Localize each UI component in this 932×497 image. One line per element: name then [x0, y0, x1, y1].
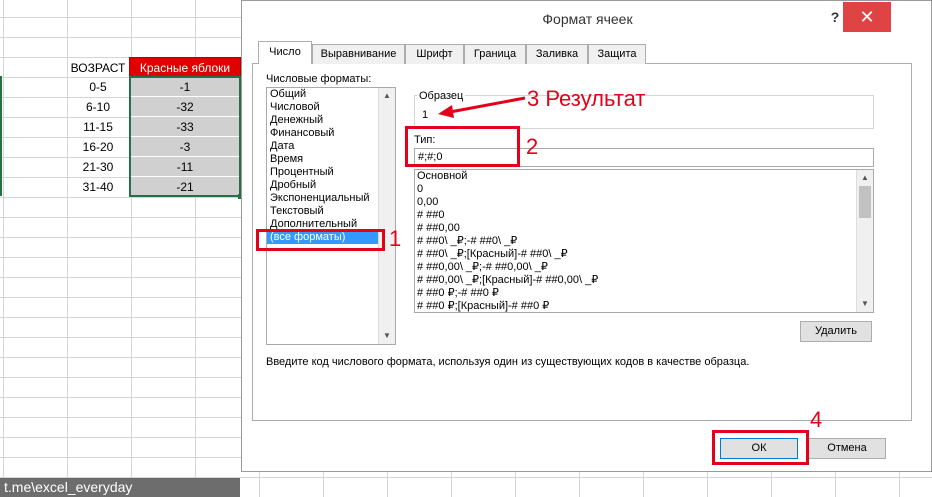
age-cell[interactable]: 31-40	[66, 177, 130, 197]
age-cell[interactable]: 6-10	[66, 97, 130, 117]
tab-fill[interactable]: Заливка	[526, 44, 588, 64]
format-code-item[interactable]: 0,00	[415, 196, 873, 209]
format-code-item[interactable]: 0	[415, 183, 873, 196]
tab-alignment[interactable]: Выравнивание	[312, 44, 405, 64]
format-code-item[interactable]: # ##0\ _₽;-# ##0\ _₽	[415, 235, 873, 248]
format-item[interactable]: Процентный	[267, 166, 395, 179]
age-cell[interactable]: 16-20	[66, 137, 130, 157]
format-item[interactable]: Экспоненциальный	[267, 192, 395, 205]
format-item[interactable]: Числовой	[267, 101, 395, 114]
scroll-down-icon[interactable]: ▼	[379, 328, 395, 344]
cancel-button[interactable]: Отмена	[808, 438, 886, 459]
tab-border[interactable]: Граница	[464, 44, 526, 64]
format-item[interactable]: Дата	[267, 140, 395, 153]
header-red-apples-cell[interactable]: Красные яблоки	[129, 57, 241, 77]
format-code-item[interactable]: # ##0,00\ _₽;[Красный]-# ##0,00\ _₽	[415, 274, 873, 287]
value-cell[interactable]: -11	[130, 157, 240, 177]
annotation-arrow-icon	[438, 96, 526, 118]
format-item-selected[interactable]: (все форматы)	[267, 231, 385, 244]
format-item[interactable]: Общий	[267, 88, 395, 101]
value-cell[interactable]: -33	[130, 117, 240, 137]
scroll-up-icon[interactable]: ▲	[379, 88, 395, 104]
scroll-up-icon[interactable]: ▲	[857, 170, 873, 186]
age-cell[interactable]: 11-15	[66, 117, 130, 137]
type-input[interactable]: #;#;0	[414, 148, 874, 167]
annotation-result-label: 3 Результат	[527, 86, 646, 111]
footer-watermark: t.me\excel_everyday	[0, 478, 240, 497]
format-cells-dialog: Формат ячеек ? ✕ Число Выравнивание Шриф…	[241, 0, 932, 472]
format-item[interactable]: Денежный	[267, 114, 395, 127]
format-item[interactable]: Дополнительный	[267, 218, 395, 231]
scroll-thumb[interactable]	[859, 186, 871, 218]
age-cell[interactable]: 0-5	[66, 77, 130, 97]
number-formats-list[interactable]: Общий Числовой Денежный Финансовый Дата …	[266, 87, 396, 345]
format-item[interactable]: Текстовый	[267, 205, 395, 218]
format-item[interactable]: Дробный	[267, 179, 395, 192]
value-cell[interactable]: -32	[130, 97, 240, 117]
format-item[interactable]: Время	[267, 153, 395, 166]
type-label: Тип:	[414, 134, 436, 146]
value-cell[interactable]: -3	[130, 137, 240, 157]
age-cell[interactable]: 21-30	[66, 157, 130, 177]
format-codes-scrollbar[interactable]: ▲ ▼	[856, 170, 873, 312]
format-code-item[interactable]: # ##0 ₽;-# ##0 ₽	[415, 287, 873, 300]
annotation-number-2: 2	[526, 134, 539, 159]
annotation-number-1: 1	[389, 226, 402, 251]
help-icon[interactable]: ?	[827, 9, 843, 25]
value-cell[interactable]: -21	[130, 177, 240, 197]
format-code-item[interactable]: # ##0	[415, 209, 873, 222]
close-icon[interactable]: ✕	[843, 2, 891, 32]
value-cell[interactable]: -1	[130, 77, 240, 97]
tab-font[interactable]: Шрифт	[405, 44, 464, 64]
format-item[interactable]: Финансовый	[267, 127, 395, 140]
description-text: Введите код числового формата, используя…	[266, 356, 750, 368]
annotation-number-4: 4	[810, 407, 823, 432]
tab-number[interactable]: Число	[258, 41, 312, 64]
sample-value: 1	[422, 109, 429, 121]
format-code-item[interactable]: # ##0 ₽;[Красный]-# ##0 ₽	[415, 300, 873, 312]
format-code-item[interactable]: # ##0,00	[415, 222, 873, 235]
ok-button[interactable]: ОК	[720, 438, 798, 459]
format-code-item[interactable]: # ##0\ _₽;[Красный]-# ##0\ _₽	[415, 248, 873, 261]
scroll-down-icon[interactable]: ▼	[857, 296, 873, 312]
format-codes-list[interactable]: Основной 0 0,00 # ##0 # ##0,00 # ##0\ _₽…	[414, 169, 874, 313]
format-code-item[interactable]: # ##0,00\ _₽;-# ##0,00\ _₽	[415, 261, 873, 274]
formats-scrollbar[interactable]: ▲ ▼	[378, 88, 395, 344]
header-age-cell[interactable]: ВОЗРАСТ	[66, 58, 130, 78]
number-formats-label: Числовые форматы:	[266, 73, 372, 85]
delete-button[interactable]: Удалить	[800, 321, 872, 342]
tab-protection[interactable]: Защита	[588, 44, 646, 64]
row-selection-indicator	[0, 76, 2, 196]
format-code-item[interactable]: Основной	[415, 170, 873, 183]
